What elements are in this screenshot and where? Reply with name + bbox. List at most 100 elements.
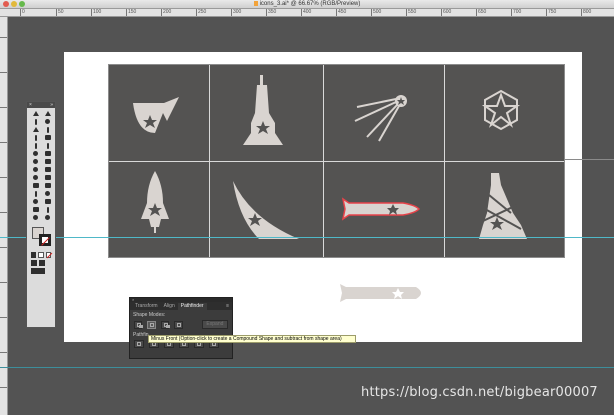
- draw-normal-button[interactable]: [31, 260, 37, 266]
- blob-brush-tool[interactable]: [30, 150, 41, 157]
- sputnik-star-icon[interactable]: [349, 87, 419, 143]
- ruler-label: 600: [443, 9, 452, 15]
- mesh-icon: [32, 183, 39, 188]
- horizontal-ruler[interactable]: 0 50 100 150 200 250 300 350 400 450 500…: [0, 9, 614, 17]
- shape-modes-label: Shape Modes:: [133, 312, 166, 318]
- ruler-tick: [301, 9, 302, 16]
- zoom-tool[interactable]: [42, 214, 53, 221]
- color-button[interactable]: [31, 252, 37, 258]
- minus-front-icon: [150, 322, 155, 327]
- panel-menu-icon[interactable]: ≡: [226, 303, 229, 309]
- tools-panel[interactable]: × »: [26, 101, 56, 328]
- lasso-tool[interactable]: [42, 118, 53, 125]
- arrow-icon: [32, 111, 39, 116]
- ruler-tick: [371, 9, 372, 16]
- width-tool[interactable]: [30, 166, 41, 173]
- missile-star-icon[interactable]: [339, 197, 423, 221]
- width-icon: [33, 167, 38, 172]
- crumbling-tower-star-icon[interactable]: [473, 169, 533, 241]
- ruler-label: 550: [408, 9, 417, 15]
- direct-selection-tool[interactable]: [42, 110, 53, 117]
- symbol-sprayer-tool[interactable]: [30, 198, 41, 205]
- fill-stroke-control[interactable]: [30, 225, 52, 249]
- selection-tool[interactable]: [30, 110, 41, 117]
- ruler-label: 50: [58, 9, 64, 15]
- vertical-ruler[interactable]: [0, 17, 8, 415]
- eraser-icon: [44, 151, 51, 156]
- close-icon[interactable]: ×: [29, 102, 32, 108]
- ruler-tick: [0, 72, 7, 73]
- type-tool[interactable]: [42, 126, 53, 133]
- rotate-tool[interactable]: [30, 158, 41, 165]
- intersect-button[interactable]: [160, 320, 170, 329]
- pathfinder-panel[interactable]: × Transform Align Pathfinder ≡ Shape Mod…: [129, 297, 233, 359]
- hand-tool[interactable]: [30, 214, 41, 221]
- paintbrush-tool[interactable]: [30, 142, 41, 149]
- eyedropper-tool[interactable]: [30, 190, 41, 197]
- column-graph-tool[interactable]: [42, 198, 53, 205]
- pencil-tool[interactable]: [42, 142, 53, 149]
- blend-icon: [45, 191, 50, 196]
- ruler-label: 650: [478, 9, 487, 15]
- free-transform-tool[interactable]: [42, 166, 53, 173]
- tab-pathfinder[interactable]: Pathfinder: [177, 303, 207, 310]
- shape-builder-tool[interactable]: [30, 174, 41, 181]
- guide-line[interactable]: [0, 367, 614, 368]
- perspective-grid-tool[interactable]: [42, 174, 53, 181]
- ruler-tick: [231, 9, 232, 16]
- pen-icon: [32, 127, 39, 132]
- mesh-tool[interactable]: [30, 182, 41, 189]
- unite-button[interactable]: [134, 320, 143, 329]
- ruler-tick: [0, 282, 7, 283]
- screen-mode-row: [27, 267, 55, 275]
- blend-tool[interactable]: [42, 190, 53, 197]
- magnifier-icon: [45, 215, 50, 220]
- divide-icon: [137, 342, 141, 346]
- exclude-button[interactable]: [174, 320, 183, 329]
- line-tool[interactable]: [30, 134, 41, 141]
- ruler-tick: [0, 212, 7, 213]
- draw-behind-button[interactable]: [39, 260, 45, 266]
- graph-icon: [44, 199, 51, 204]
- rocket-star-icon[interactable]: [135, 169, 175, 235]
- hexagon-star-icon[interactable]: [481, 89, 521, 133]
- guide-line[interactable]: [0, 237, 614, 238]
- brush-icon: [34, 142, 37, 149]
- artboard-tool[interactable]: [30, 206, 41, 213]
- tools-panel-header[interactable]: × »: [27, 102, 55, 108]
- eraser-tool[interactable]: [42, 150, 53, 157]
- ruler-label: 450: [338, 9, 347, 15]
- rectangle-tool[interactable]: [42, 134, 53, 141]
- ruler-tick: [0, 247, 7, 248]
- ruler-label: 100: [93, 9, 102, 15]
- lasso-icon: [45, 119, 50, 124]
- gradient-tool[interactable]: [42, 182, 53, 189]
- divide-button[interactable]: [134, 340, 144, 348]
- expand-button[interactable]: Expand: [201, 320, 228, 329]
- pen-tool[interactable]: [30, 126, 41, 133]
- ruler-label: 400: [303, 9, 312, 15]
- capsule-star-icon[interactable]: [336, 283, 428, 303]
- tab-transform[interactable]: Transform: [132, 303, 161, 310]
- collapse-icon[interactable]: »: [50, 102, 53, 108]
- spray-icon: [33, 199, 38, 204]
- hand-icon: [33, 215, 38, 220]
- magic-wand-tool[interactable]: [30, 118, 41, 125]
- minus-front-button[interactable]: [147, 320, 156, 329]
- intersect-overlap-icon: [165, 324, 170, 328]
- gradient-button[interactable]: [38, 252, 44, 258]
- scale-tool[interactable]: [42, 158, 53, 165]
- scale-icon: [44, 159, 51, 164]
- sail-star-icon[interactable]: [231, 179, 303, 241]
- ruler-tick: [581, 9, 582, 16]
- ruler-tick: [0, 387, 7, 388]
- slice-tool[interactable]: [42, 206, 53, 213]
- stroke-swatch[interactable]: [39, 234, 51, 246]
- none-button[interactable]: [45, 252, 51, 258]
- tower-star-icon[interactable]: [239, 73, 287, 153]
- tab-align[interactable]: Align: [161, 303, 178, 310]
- satellite-dish-star-icon[interactable]: [127, 89, 187, 149]
- screen-mode-button[interactable]: [31, 268, 45, 274]
- watermark: https://blog.csdn.net/bigbear00007: [361, 385, 598, 400]
- icon-grid[interactable]: [108, 64, 565, 258]
